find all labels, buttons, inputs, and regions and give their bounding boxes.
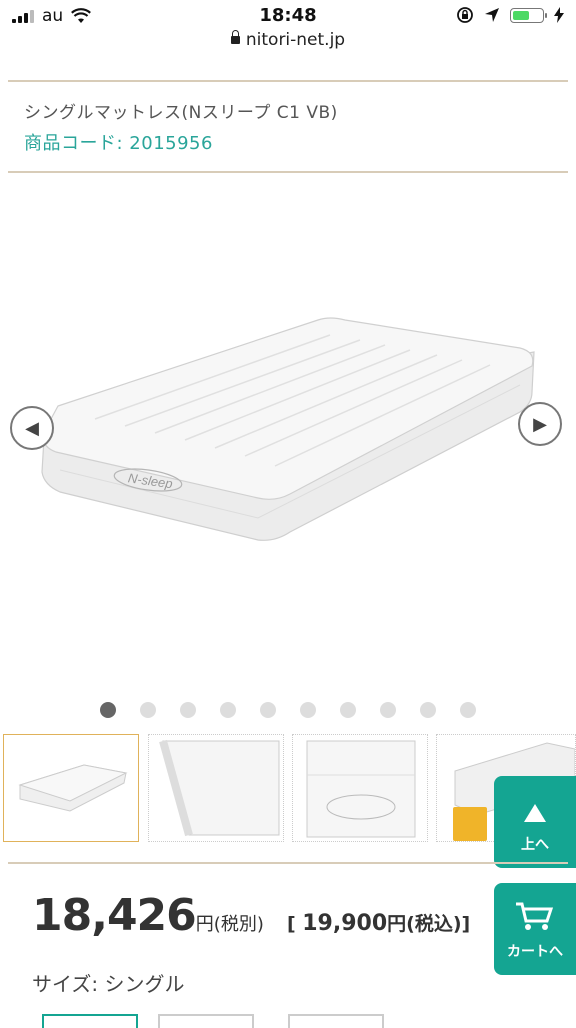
bracket-open: [ xyxy=(286,913,296,935)
cart-icon xyxy=(516,902,554,930)
url-text: nitori-net.jp xyxy=(245,30,346,50)
chevron-right-icon: ▶ xyxy=(533,413,547,435)
price-row: 18,426円(税別) [ 19,900円(税込)] xyxy=(32,890,470,941)
carousel-dot-10[interactable] xyxy=(460,702,476,718)
battery-icon xyxy=(510,7,547,23)
carousel-dot-7[interactable] xyxy=(340,702,356,718)
carousel-dot-9[interactable] xyxy=(420,702,436,718)
carousel-dot-8[interactable] xyxy=(380,702,396,718)
status-bar: au 18:48 xyxy=(0,0,576,30)
price-incl-note: (税込) xyxy=(406,913,462,935)
scroll-top-label: 上へ xyxy=(521,837,549,853)
thumbnail-3[interactable] xyxy=(292,734,428,842)
cart-button[interactable]: カートへ xyxy=(494,883,576,975)
carousel-dot-3[interactable] xyxy=(180,702,196,718)
address-bar[interactable]: nitori-net.jp xyxy=(0,30,576,56)
lock-icon xyxy=(230,30,240,44)
location-arrow-icon xyxy=(485,8,499,22)
cart-label: カートへ xyxy=(507,944,563,960)
divider-top xyxy=(8,80,568,82)
carousel-dot-4[interactable] xyxy=(220,702,236,718)
product-code: 商品コード: 2015956 xyxy=(24,133,213,154)
thumbnail-1[interactable] xyxy=(3,734,139,842)
size-option-2[interactable] xyxy=(158,1014,254,1028)
size-option-single[interactable] xyxy=(42,1014,138,1028)
carousel-dots xyxy=(0,702,576,720)
size-options xyxy=(0,1014,576,1028)
thumbnail-corner-image xyxy=(159,739,280,837)
carousel-dot-1[interactable] xyxy=(100,702,116,718)
rotation-lock-icon xyxy=(457,7,473,23)
mattress-image: N-sleep xyxy=(41,317,535,541)
carousel-dot-2[interactable] xyxy=(140,702,156,718)
thumbnail-mattress-image xyxy=(18,764,128,812)
next-image-button[interactable]: ▶ xyxy=(518,402,562,446)
divider-price xyxy=(8,862,568,864)
product-image-carousel[interactable]: N-sleep ◀ ▶ xyxy=(0,180,576,680)
charging-bolt-icon xyxy=(554,7,564,23)
carousel-dot-6[interactable] xyxy=(300,702,316,718)
prev-image-button[interactable]: ◀ xyxy=(10,406,54,450)
thumbnail-strip xyxy=(0,734,576,844)
chevron-left-icon: ◀ xyxy=(25,417,39,439)
thumbnail-2[interactable] xyxy=(148,734,284,842)
price-tax-note: (税別) xyxy=(213,914,264,935)
bracket-close: ] xyxy=(461,913,471,935)
price-currency: 円 xyxy=(195,914,214,935)
thumbnail-logo-image xyxy=(306,740,416,838)
price-incl-currency: 円 xyxy=(387,913,407,935)
size-label: サイズ: シングル xyxy=(32,972,185,996)
product-title: シングルマットレス(Nスリープ C1 VB) xyxy=(24,103,338,123)
arrow-up-icon xyxy=(524,804,546,822)
size-option-3[interactable] xyxy=(288,1014,384,1028)
carousel-dot-5[interactable] xyxy=(260,702,276,718)
divider-title xyxy=(8,171,568,173)
price-amount: 18,426 xyxy=(32,890,197,941)
scroll-top-button[interactable]: 上へ xyxy=(494,776,576,868)
price-incl-amount: 19,900 xyxy=(302,911,388,936)
price-incl-tax: [ 19,900円(税込)] xyxy=(286,911,471,936)
